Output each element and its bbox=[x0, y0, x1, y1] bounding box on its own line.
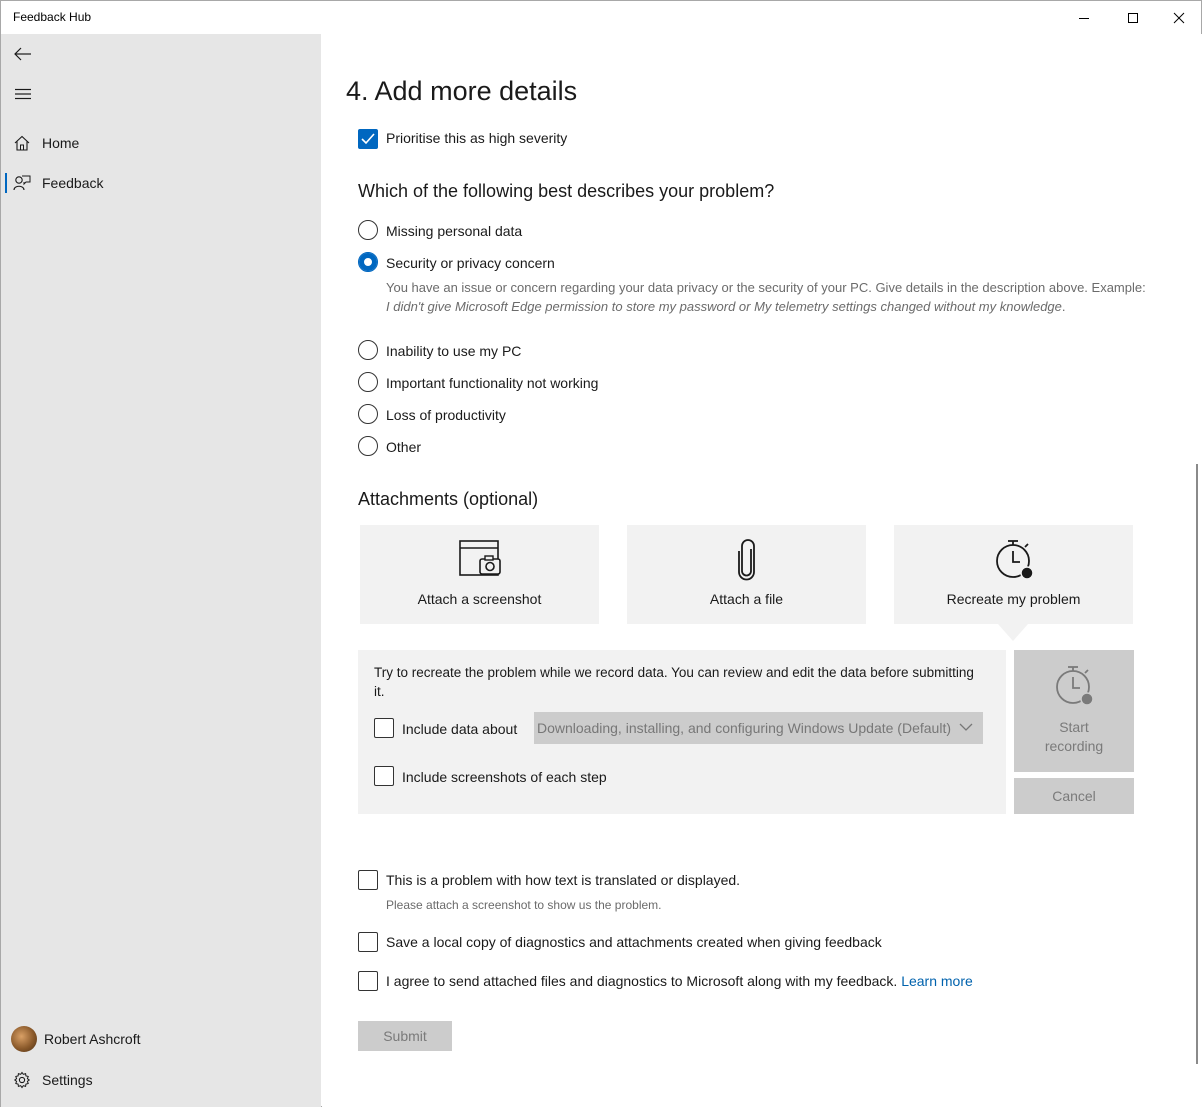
attach-file-button[interactable]: Attach a file bbox=[627, 525, 866, 624]
recreate-problem-label: Recreate my problem bbox=[946, 591, 1081, 607]
learn-more-link[interactable]: Learn more bbox=[901, 973, 973, 989]
nav-label-home: Home bbox=[42, 135, 80, 151]
nav-item-feedback[interactable]: Feedback bbox=[1, 163, 321, 203]
window-title: Feedback Hub bbox=[13, 10, 92, 24]
close-icon bbox=[1173, 12, 1185, 23]
title-bar: Feedback Hub bbox=[1, 1, 1201, 34]
stopwatch-record-icon bbox=[1014, 665, 1134, 707]
page-title: 4. Add more details bbox=[346, 76, 578, 106]
user-name: Robert Ashcroft bbox=[44, 1031, 141, 1047]
radio-label-loss-of-productivity: Loss of productivity bbox=[386, 407, 506, 423]
settings-button[interactable]: Settings bbox=[1, 1060, 321, 1100]
radio-loss-of-productivity[interactable] bbox=[358, 404, 378, 424]
include-data-dropdown[interactable]: Downloading, installing, and configuring… bbox=[534, 712, 983, 744]
attachments-heading: Attachments (optional) bbox=[358, 489, 539, 509]
stopwatch-record-icon bbox=[894, 539, 1133, 581]
feedback-icon bbox=[2, 175, 42, 191]
start-recording-line2: recording bbox=[1044, 738, 1104, 754]
include-screenshots-label: Include screenshots of each step bbox=[402, 769, 607, 785]
dropdown-value: Downloading, installing, and configuring… bbox=[536, 720, 951, 736]
home-icon bbox=[2, 135, 42, 151]
maximize-icon bbox=[1128, 12, 1138, 23]
avatar bbox=[11, 1026, 37, 1052]
attach-screenshot-label: Attach a screenshot bbox=[417, 591, 542, 607]
close-button[interactable] bbox=[1156, 1, 1202, 34]
description-example-text: I didn't give Microsoft Edge permission … bbox=[386, 299, 1062, 314]
minimize-button[interactable] bbox=[1061, 1, 1107, 34]
panel-pointer bbox=[998, 624, 1028, 641]
cancel-recording-button[interactable]: Cancel bbox=[1014, 778, 1134, 814]
agree-label: I agree to send attached files and diagn… bbox=[386, 973, 898, 989]
attach-screenshot-button[interactable]: Attach a screenshot bbox=[360, 525, 599, 624]
scrollbar[interactable] bbox=[1196, 464, 1198, 1064]
translation-hint: Please attach a screenshot to show us th… bbox=[386, 898, 662, 912]
radio-important-functionality[interactable] bbox=[358, 372, 378, 392]
screenshot-icon bbox=[360, 539, 599, 579]
feedback-hub-window: Feedback Hub Home Feedback Robert Ashcro… bbox=[0, 0, 1202, 1107]
radio-label-other: Other bbox=[386, 439, 422, 455]
nav-item-home[interactable]: Home bbox=[1, 123, 321, 163]
radio-security-privacy[interactable] bbox=[358, 252, 378, 272]
translation-problem-checkbox[interactable] bbox=[358, 870, 378, 890]
high-severity-checkbox[interactable] bbox=[358, 129, 378, 149]
user-account[interactable]: Robert Ashcroft bbox=[1, 1019, 321, 1059]
radio-other[interactable] bbox=[358, 436, 378, 456]
recreate-panel: Try to recreate the problem while we rec… bbox=[358, 650, 1006, 814]
chevron-down-icon bbox=[959, 723, 973, 731]
settings-label: Settings bbox=[42, 1072, 93, 1088]
recreate-instructions: Try to recreate the problem while we rec… bbox=[374, 665, 974, 699]
back-arrow-icon bbox=[14, 47, 31, 61]
start-recording-button[interactable]: Start recording bbox=[1014, 650, 1134, 772]
problem-question: Which of the following best describes yo… bbox=[358, 181, 775, 201]
menu-button[interactable] bbox=[1, 74, 45, 114]
translation-problem-label: This is a problem with how text is trans… bbox=[386, 872, 741, 888]
maximize-button[interactable] bbox=[1110, 1, 1156, 34]
start-recording-line1: Start bbox=[1059, 719, 1089, 735]
radio-label-inability-to-use-pc: Inability to use my PC bbox=[386, 343, 522, 359]
selected-option-description: You have an issue or concern regarding y… bbox=[386, 278, 1146, 316]
back-button[interactable] bbox=[1, 34, 45, 74]
description-example-suffix: . bbox=[1061, 299, 1066, 314]
agree-text: I agree to send attached files and diagn… bbox=[386, 973, 973, 989]
main-content: 4. Add more details Prioritise this as h… bbox=[322, 34, 1202, 1107]
minimize-icon bbox=[1079, 17, 1089, 19]
include-screenshots-checkbox[interactable] bbox=[374, 766, 394, 786]
description-example-prefix: Example: bbox=[1091, 280, 1146, 295]
radio-missing-personal-data[interactable] bbox=[358, 220, 378, 240]
local-copy-checkbox[interactable] bbox=[358, 932, 378, 952]
include-data-label: Include data about bbox=[402, 721, 518, 737]
hamburger-icon bbox=[15, 88, 31, 100]
radio-label-missing-personal-data: Missing personal data bbox=[386, 223, 523, 239]
submit-button[interactable]: Submit bbox=[358, 1021, 452, 1051]
agree-checkbox[interactable] bbox=[358, 971, 378, 991]
nav-label-feedback: Feedback bbox=[42, 175, 104, 191]
attach-file-label: Attach a file bbox=[709, 591, 784, 607]
radio-label-important-functionality: Important functionality not working bbox=[386, 375, 599, 391]
sidebar: Home Feedback Robert Ashcroft Settings bbox=[1, 34, 321, 1107]
checkmark-icon bbox=[361, 133, 375, 145]
recreate-problem-button[interactable]: Recreate my problem bbox=[894, 525, 1133, 624]
local-copy-label: Save a local copy of diagnostics and att… bbox=[386, 934, 882, 950]
high-severity-label: Prioritise this as high severity bbox=[386, 130, 568, 146]
radio-inability-to-use-pc[interactable] bbox=[358, 340, 378, 360]
radio-label-security-privacy: Security or privacy concern bbox=[386, 255, 555, 271]
include-data-checkbox[interactable] bbox=[374, 718, 394, 738]
gear-icon bbox=[2, 1071, 42, 1089]
description-text: You have an issue or concern regarding y… bbox=[386, 280, 1088, 295]
paperclip-icon bbox=[627, 539, 866, 581]
